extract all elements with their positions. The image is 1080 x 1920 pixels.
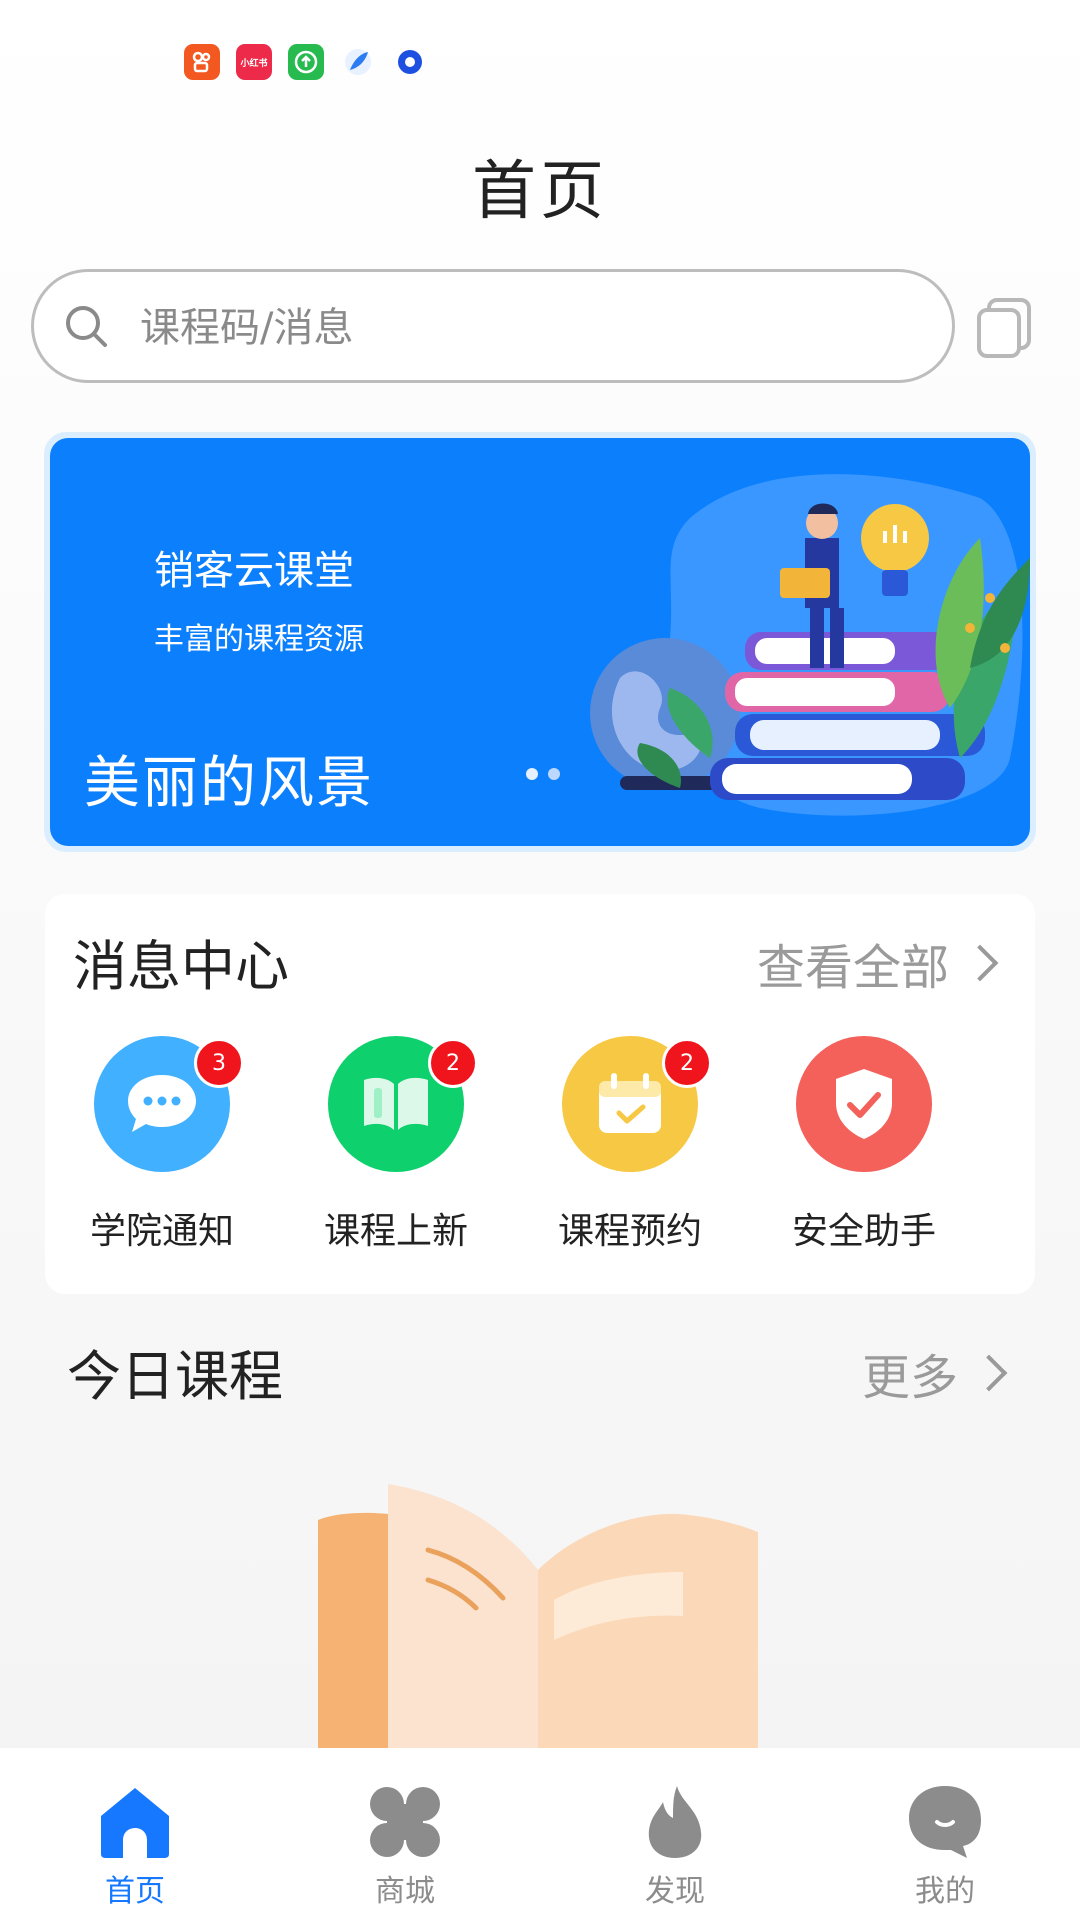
tab-label: 我的: [915, 1874, 975, 1909]
xiaohongshu-app-icon: 小红书: [236, 44, 272, 80]
banner-subtitle: 丰富的课程资源: [154, 622, 364, 657]
flame-icon: [648, 1786, 702, 1858]
tab-discover[interactable]: 发现: [605, 1784, 745, 1910]
banner-carousel[interactable]: 销客云课堂 丰富的课程资源 美丽的风景: [44, 432, 1036, 852]
smile-face-icon: [909, 1786, 981, 1858]
chevron-right-icon: [970, 1354, 1008, 1392]
message-center-card: 消息中心 查看全部 3 学院通知 2 课程上新 2 课程预约 安全助手: [45, 894, 1035, 1294]
tab-label: 首页: [105, 1874, 165, 1909]
study-illustration: [590, 474, 1030, 816]
carousel-dot[interactable]: [526, 768, 538, 780]
carousel-dot[interactable]: [548, 768, 560, 780]
chat-bubble-icon: 3: [94, 1036, 244, 1172]
message-item-course-booking[interactable]: 2 课程预约: [540, 1036, 720, 1254]
feather-app-icon: [340, 44, 376, 80]
view-all-label: 查看全部: [757, 940, 950, 996]
calendar-check-icon: 2: [562, 1036, 712, 1172]
banner-caption: 美丽的风景: [84, 751, 374, 816]
status-bar: 小红书: [0, 0, 1080, 100]
tab-mall[interactable]: 商城: [335, 1784, 475, 1910]
bottom-tab-bar: 首页 商城 发现 我的: [0, 1748, 1080, 1920]
ring-app-icon: [392, 44, 428, 80]
message-item-new-courses[interactable]: 2 课程上新: [306, 1036, 486, 1254]
carousel-dots: [526, 768, 560, 780]
today-courses-title: 今日课程: [67, 1345, 283, 1408]
banner-title: 销客云课堂: [154, 548, 354, 594]
unread-badge: 2: [662, 1038, 712, 1088]
unread-badge: 2: [428, 1038, 478, 1088]
tab-home[interactable]: 首页: [65, 1784, 205, 1910]
more-label: 更多: [862, 1350, 959, 1406]
message-item-safety-assistant[interactable]: 安全助手: [774, 1036, 954, 1254]
search-input[interactable]: [138, 292, 922, 364]
view-all-link[interactable]: 查看全部: [757, 928, 999, 998]
message-item-college-notice[interactable]: 3 学院通知: [72, 1036, 252, 1254]
kuaishou-app-icon: [184, 44, 220, 80]
search-bar[interactable]: [31, 269, 955, 383]
tab-label: 发现: [645, 1874, 705, 1909]
message-item-label: 课程预约: [557, 1211, 702, 1252]
chevron-right-icon: [961, 944, 999, 982]
home-icon: [101, 1788, 169, 1858]
message-item-label: 学院通知: [89, 1211, 234, 1252]
tab-label: 商城: [375, 1874, 435, 1909]
unread-badge: 3: [194, 1038, 244, 1088]
clover-icon: [370, 1787, 440, 1857]
copy-icon[interactable]: [975, 296, 1035, 360]
shield-check-icon: [796, 1036, 932, 1172]
more-courses-link[interactable]: 更多: [862, 1338, 1008, 1408]
message-center-title: 消息中心: [73, 935, 289, 998]
message-item-label: 安全助手: [791, 1211, 936, 1252]
tab-mine[interactable]: 我的: [875, 1784, 1015, 1910]
upload-app-icon: [288, 44, 324, 80]
search-icon: [66, 306, 107, 347]
open-book-icon: 2: [328, 1036, 478, 1172]
page-title: 首页: [472, 155, 608, 229]
empty-book-illustration: [318, 1484, 758, 1750]
banner-slide[interactable]: 销客云课堂 丰富的课程资源 美丽的风景: [50, 438, 1030, 846]
message-item-label: 课程上新: [323, 1211, 468, 1252]
